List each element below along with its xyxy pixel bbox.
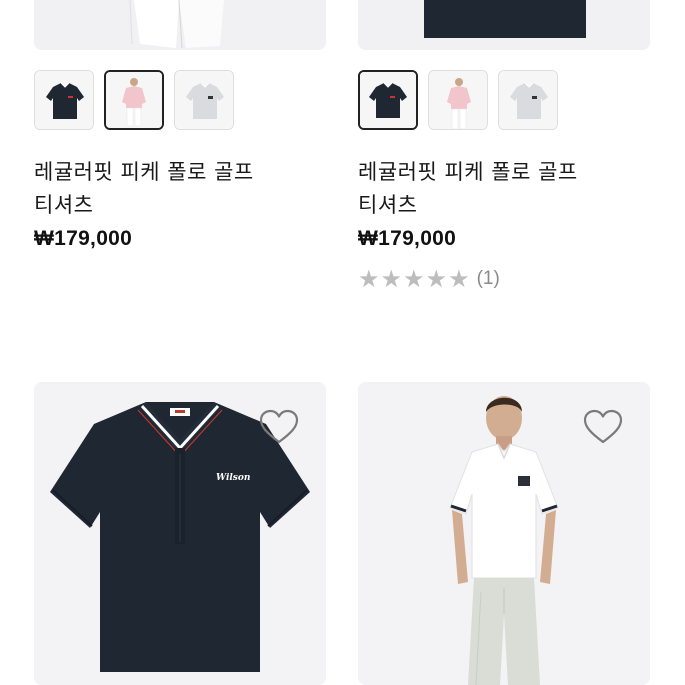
- product-image[interactable]: [34, 0, 326, 50]
- product-name-line1: 레귤러핏 피케 폴로 골프: [358, 160, 578, 184]
- brand-logo-text: Wilson: [216, 473, 250, 483]
- swatch-pink[interactable]: [104, 70, 164, 130]
- product-image[interactable]: [358, 0, 650, 50]
- pink-polo-model-thumbnail: [106, 72, 162, 128]
- product-name-line1: 레귤러핏 피케 폴로 골프: [34, 160, 254, 184]
- gray-polo-thumbnail: [175, 71, 233, 129]
- star-icon: ★: [448, 265, 470, 293]
- product-name-line2: 티셔츠: [358, 193, 418, 217]
- swatch-navy[interactable]: [358, 70, 418, 130]
- swatch-light-gray[interactable]: [498, 70, 558, 130]
- product-price: ₩179,000: [34, 227, 133, 250]
- heart-outline-icon[interactable]: [258, 408, 300, 446]
- product-price: ₩179,000: [358, 227, 457, 250]
- product-name[interactable]: 레귤러핏 피케 폴로 골프 티셔츠: [358, 156, 650, 222]
- product-image[interactable]: Wilson: [34, 382, 326, 685]
- color-swatches: [34, 70, 326, 134]
- star-icon: ★: [358, 265, 380, 293]
- product-name-line2: 티셔츠: [34, 193, 94, 217]
- product-photo-navy-polo-hem: [358, 0, 650, 50]
- pink-polo-model-thumbnail: [429, 71, 487, 129]
- navy-polo-thumbnail: [360, 72, 416, 128]
- swatch-navy[interactable]: [34, 70, 94, 130]
- swatch-pink[interactable]: [428, 70, 488, 130]
- review-count: (1): [476, 268, 500, 289]
- swatch-light-gray[interactable]: [174, 70, 234, 130]
- gray-polo-thumbnail: [499, 71, 557, 129]
- navy-polo-thumbnail: [35, 71, 93, 129]
- color-swatches: [358, 70, 650, 134]
- heart-outline-icon[interactable]: [582, 408, 624, 446]
- product-image[interactable]: [358, 382, 650, 685]
- product-name[interactable]: 레귤러핏 피케 폴로 골프 티셔츠: [34, 156, 326, 222]
- star-icon: ★: [425, 265, 448, 293]
- product-rating: ★ ★ ★ ★ ★ (1): [358, 266, 500, 292]
- star-icon: ★: [380, 265, 403, 293]
- star-icon: ★: [403, 265, 425, 293]
- product-photo-white-pants: [34, 0, 326, 50]
